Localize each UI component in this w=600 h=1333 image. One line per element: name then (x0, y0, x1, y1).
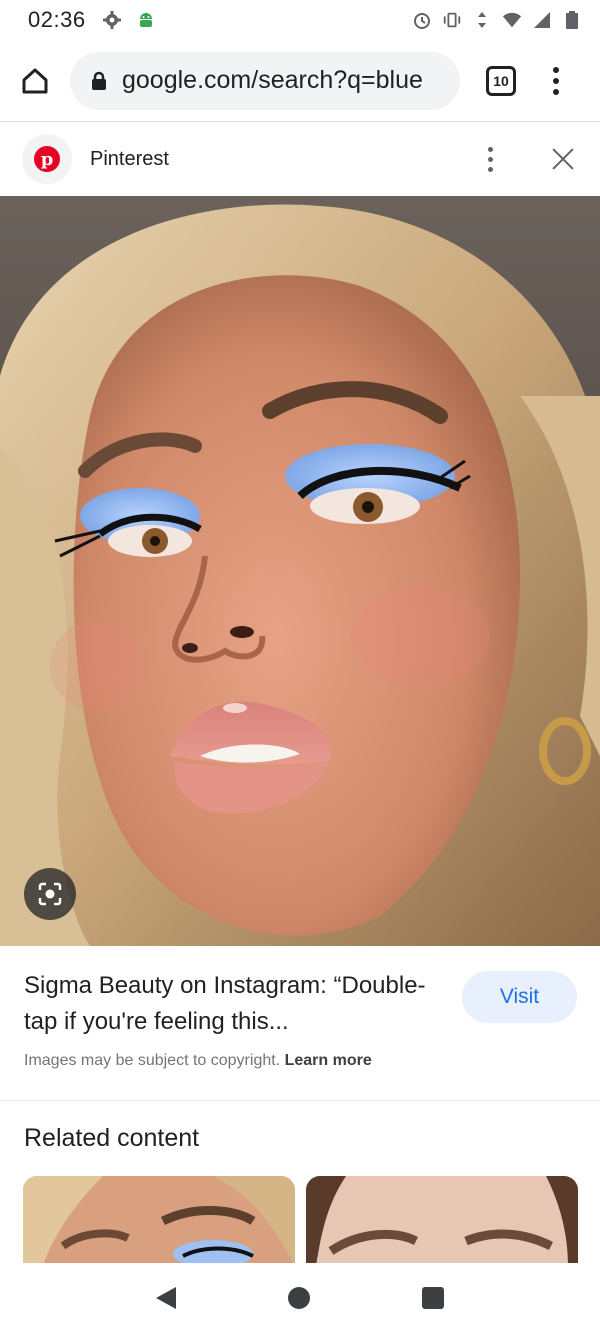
tab-switcher-button[interactable]: 10 (486, 65, 516, 96)
home-button[interactable] (12, 58, 58, 104)
related-thumbnail[interactable] (306, 1176, 578, 1266)
status-time: 02:36 (28, 7, 86, 32)
recents-icon[interactable] (422, 1287, 444, 1309)
status-bar: 02:36 (0, 0, 600, 40)
visit-button[interactable]: Visit (462, 971, 577, 1023)
copyright-notice: Images may be subject to copyright. Lear… (24, 1052, 372, 1070)
system-nav-bar (0, 1263, 600, 1333)
url-text: google.com/search?q=blue (122, 66, 423, 94)
battery-icon (562, 10, 582, 30)
alarm-icon (412, 10, 432, 30)
pinterest-logo-icon: p (34, 146, 60, 172)
browser-toolbar: google.com/search?q=blue 10 (0, 40, 600, 122)
more-vert-icon (487, 146, 493, 152)
home-circle-icon[interactable] (288, 1287, 310, 1309)
google-lens-button[interactable] (24, 868, 76, 920)
result-title[interactable]: Sigma Beauty on Instagram: “Double-tap i… (24, 968, 444, 1040)
address-bar[interactable]: google.com/search?q=blue (70, 51, 460, 110)
lock-icon (92, 71, 106, 90)
source-more-button[interactable] (480, 139, 500, 179)
lens-icon (38, 882, 62, 906)
data-arrows-icon (472, 10, 492, 30)
settings-icon (102, 10, 122, 30)
signal-icon (532, 10, 552, 30)
learn-more-link[interactable]: Learn more (285, 1052, 372, 1069)
related-content-heading: Related content (24, 1124, 200, 1152)
browser-menu-button[interactable] (546, 61, 566, 101)
source-avatar[interactable]: p (22, 134, 72, 184)
android-debug-icon (136, 10, 156, 30)
preview-image[interactable] (0, 196, 600, 946)
copyright-text: Images may be subject to copyright. (24, 1052, 281, 1069)
vibrate-icon (442, 10, 462, 30)
related-image (23, 1176, 295, 1266)
more-vert-icon (553, 66, 559, 73)
wifi-icon (502, 10, 522, 30)
divider (0, 1100, 600, 1101)
source-name[interactable]: Pinterest (90, 148, 169, 171)
related-image (306, 1176, 578, 1266)
back-icon[interactable] (156, 1287, 176, 1309)
home-icon (22, 68, 48, 93)
close-button[interactable] (548, 144, 578, 174)
face-photo (0, 196, 600, 946)
related-thumbnail[interactable] (23, 1176, 295, 1266)
source-header: p Pinterest (0, 122, 600, 196)
